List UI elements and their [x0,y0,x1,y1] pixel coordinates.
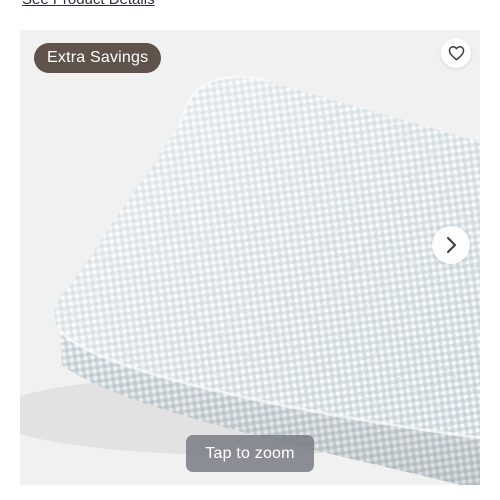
tap-to-zoom-button[interactable]: Tap to zoom [186,435,314,472]
heart-icon [448,46,464,61]
product-image-gallery[interactable]: Extra Savings Tap to zoom [20,30,480,485]
next-image-button[interactable] [432,226,470,264]
changing-pad-image [20,75,480,485]
chevron-right-icon [447,237,456,253]
see-product-details-link[interactable]: See Product Details [22,0,155,8]
extra-savings-badge: Extra Savings [34,43,162,73]
favorite-button[interactable] [441,38,471,68]
